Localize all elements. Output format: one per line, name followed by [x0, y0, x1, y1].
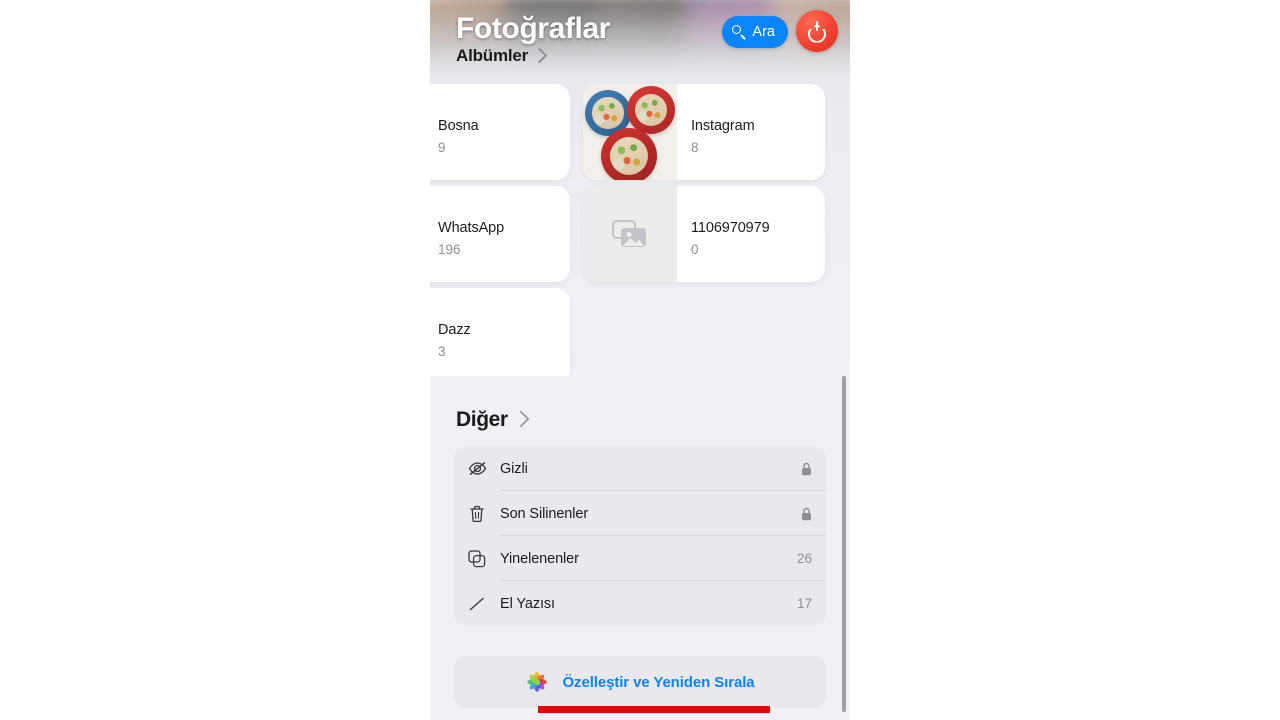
album-name: 1106970979	[691, 220, 770, 236]
album-count: 9	[438, 140, 446, 155]
album-count: 8	[691, 140, 699, 155]
album-thumbnail	[583, 84, 677, 180]
list-item-yinelenenler[interactable]: Yinelenenler 26	[454, 536, 826, 581]
album-meta: Dazz 3	[430, 288, 570, 376]
app-header: Fotoğraflar Albümler Ara	[430, 0, 850, 76]
search-icon	[732, 25, 746, 39]
customize-reorder-button[interactable]: Özelleştir ve Yeniden Sırala	[454, 656, 826, 713]
album-name: Instagram	[691, 118, 755, 134]
list-item-gizli[interactable]: Gizli	[454, 446, 826, 491]
chevron-right-icon	[531, 47, 548, 64]
search-button-label: Ara	[752, 24, 775, 40]
list-item-label: Yinelenenler	[500, 550, 579, 567]
lock-icon	[801, 507, 812, 521]
album-meta: Instagram 8	[677, 84, 825, 180]
album-meta: Bosna 9	[430, 84, 570, 180]
customize-reorder-label: Özelleştir ve Yeniden Sırala	[562, 673, 755, 691]
eye-slash-icon	[464, 461, 490, 476]
photos-app-icon	[527, 672, 548, 692]
photo-placeholder-icon	[612, 220, 646, 247]
album-meta: WhatsApp 196	[430, 186, 570, 282]
other-section: Diğer Gizli Son Silinenler Yinelenenler …	[430, 408, 850, 626]
red-underline-annotation	[538, 706, 770, 713]
albums-grid: Bosna 9 Instagram 8 WhatsApp 196 1106970…	[430, 76, 850, 376]
phone-viewport: Fotoğraflar Albümler Ara Bosna 9 Instagr…	[430, 0, 850, 720]
album-count: 0	[691, 242, 699, 257]
album-name: Dazz	[438, 322, 471, 338]
album-meta: 1106970979 0	[677, 186, 825, 282]
album-card[interactable]: Dazz 3	[430, 288, 570, 376]
album-card[interactable]: Instagram 8	[583, 84, 825, 180]
power-icon	[807, 21, 827, 41]
album-card[interactable]: WhatsApp 196	[430, 186, 570, 282]
other-section-title: Diğer	[456, 408, 508, 431]
breadcrumb[interactable]: Albümler	[456, 46, 548, 66]
album-name: WhatsApp	[438, 220, 505, 236]
power-button[interactable]	[796, 10, 838, 52]
list-item-label: El Yazısı	[500, 595, 555, 612]
list-item-count: 26	[796, 551, 812, 566]
album-card[interactable]: Bosna 9	[430, 84, 570, 180]
page-title: Fotoğraflar	[456, 12, 610, 45]
other-section-header[interactable]: Diğer	[456, 408, 826, 432]
screenshot-root: Fotoğraflar Albümler Ara Bosna 9 Instagr…	[0, 0, 1280, 720]
breadcrumb-label: Albümler	[456, 46, 529, 65]
album-thumbnail	[583, 186, 677, 282]
scroll-content: Bosna 9 Instagram 8 WhatsApp 196 1106970…	[430, 76, 850, 720]
list-item-el-yazisi[interactable]: El Yazısı 17	[454, 581, 826, 626]
list-item-label: Gizli	[500, 460, 528, 477]
search-button[interactable]: Ara	[722, 16, 788, 48]
duplicate-icon	[464, 549, 490, 568]
album-name: Bosna	[438, 118, 479, 134]
album-card[interactable]: 1106970979 0	[583, 186, 825, 282]
list-item-label: Son Silinenler	[500, 505, 589, 522]
list-item-son-silinenler[interactable]: Son Silinenler	[454, 491, 826, 536]
other-list: Gizli Son Silinenler Yinelenenler 26 El …	[454, 446, 826, 626]
chevron-right-icon	[512, 410, 530, 428]
vertical-scrollbar[interactable]	[842, 376, 846, 712]
trash-icon	[464, 505, 490, 523]
album-count: 196	[438, 242, 461, 257]
list-item-count: 17	[796, 596, 812, 611]
album-count: 3	[438, 344, 446, 359]
lock-icon	[801, 462, 812, 476]
scribble-icon	[464, 596, 490, 612]
